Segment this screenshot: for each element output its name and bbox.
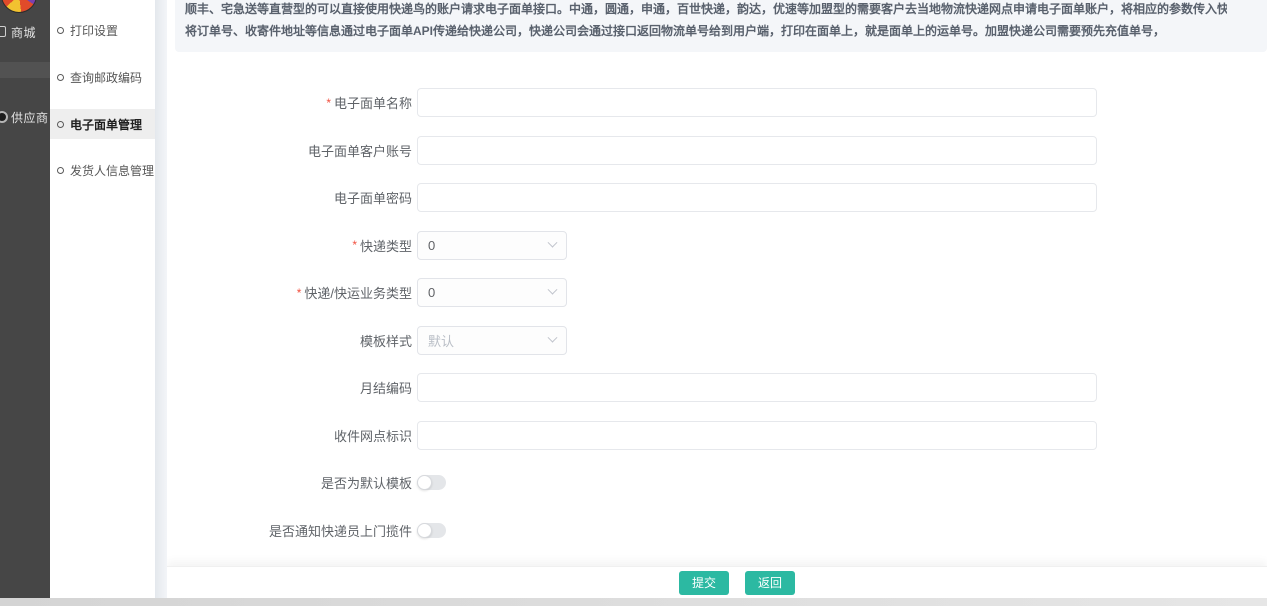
app-window: 商城 供应商 打印设置 查询邮政编码 电子面单管理 发货人信息管理 顺丰、宅急 [0, 0, 1267, 606]
description-line-1: 顺丰、宅急送等直营型的可以直接使用快递鸟的账户请求电子面单接口。中通，圆通，申通… [185, 0, 1227, 20]
ewaybill-form: * 电子面单名称 电子面单客户账号 电子面单密码 * [167, 88, 1267, 563]
select-value: 0 [428, 285, 435, 300]
business-type-select[interactable]: 0 [417, 278, 567, 307]
monthly-code-input[interactable] [417, 373, 1097, 402]
form-row-template-style: 模板样式 默认 [167, 326, 1267, 355]
template-style-select[interactable]: 默认 [417, 326, 567, 355]
back-button[interactable]: 返回 [745, 571, 795, 595]
main-content: 顺丰、宅急送等直营型的可以直接使用快递鸟的账户请求电子面单接口。中通，圆通，申通… [167, 0, 1267, 598]
submenu-item-print-settings[interactable]: 打印设置 [50, 15, 155, 45]
field-label: 电子面单客户账号 [167, 141, 412, 160]
chevron-down-icon [548, 237, 558, 247]
customer-account-input[interactable] [417, 136, 1097, 165]
circle-icon [57, 121, 64, 128]
field-label: 模板样式 [167, 331, 412, 350]
description-box: 顺丰、宅急送等直营型的可以直接使用快递鸟的账户请求电子面单接口。中通，圆通，申通… [175, 0, 1267, 52]
window-bottom-edge [0, 598, 1267, 606]
form-row-default-template: 是否为默认模板 [167, 468, 1267, 497]
sidebar-item-supplier[interactable]: 供应商 [0, 107, 50, 127]
form-row-notify-courier: 是否通知快递员上门揽件 [167, 516, 1267, 545]
sidebar-divider [0, 62, 50, 78]
form-row-waybill-name: * 电子面单名称 [167, 88, 1267, 117]
submenu-item-sender-info[interactable]: 发货人信息管理 [50, 155, 155, 185]
chevron-down-icon [548, 285, 558, 295]
express-type-select[interactable]: 0 [417, 231, 567, 260]
notify-courier-switch[interactable] [417, 523, 446, 538]
submenu-item-postcode-query[interactable]: 查询邮政编码 [50, 62, 155, 92]
submenu-item-ewaybill-management[interactable]: 电子面单管理 [50, 109, 155, 139]
supplier-icon [0, 111, 8, 123]
circle-icon [57, 167, 64, 174]
field-label: * 快递/快运业务类型 [167, 283, 412, 302]
form-row-waybill-password: 电子面单密码 [167, 183, 1267, 212]
submenu-item-label: 打印设置 [70, 22, 118, 39]
form-footer: 提交 返回 [167, 566, 1267, 598]
form-row-monthly-code: 月结编码 [167, 373, 1267, 402]
form-row-business-type: * 快递/快运业务类型 0 [167, 278, 1267, 307]
form-row-express-type: * 快递类型 0 [167, 231, 1267, 260]
circle-icon [57, 74, 64, 81]
app-logo[interactable] [1, 0, 37, 13]
submit-button[interactable]: 提交 [679, 571, 729, 595]
sidebar-item-label: 商城 [11, 24, 36, 41]
field-label: * 电子面单名称 [167, 93, 412, 112]
receive-site-input[interactable] [417, 421, 1097, 450]
required-asterisk: * [352, 238, 357, 252]
waybill-password-input[interactable] [417, 183, 1097, 212]
select-value: 0 [428, 238, 435, 253]
field-label: 月结编码 [167, 378, 412, 397]
circle-icon [57, 27, 64, 34]
form-row-customer-account: 电子面单客户账号 [167, 136, 1267, 165]
field-label: * 快递类型 [167, 236, 412, 255]
electronic-waybill-name-input[interactable] [417, 88, 1097, 117]
store-icon [0, 26, 6, 37]
submenu-item-label: 发货人信息管理 [70, 162, 154, 179]
chevron-down-icon [548, 332, 558, 342]
sidebar-item-mall[interactable]: 商城 [0, 22, 50, 42]
field-label: 电子面单密码 [167, 188, 412, 207]
main-sidebar: 商城 供应商 [0, 0, 50, 598]
menu-content-divider [155, 0, 167, 598]
field-label: 收件网点标识 [167, 426, 412, 445]
description-line-2: 将订单号、收寄件地址等信息通过电子面单API传递给快递公司，快递公司会通过接口返… [185, 20, 1227, 42]
required-asterisk: * [297, 286, 302, 300]
submenu-item-label: 查询邮政编码 [70, 69, 142, 86]
field-label: 是否通知快递员上门揽件 [167, 521, 412, 540]
submenu-item-label: 电子面单管理 [70, 116, 142, 133]
sidebar-item-label: 供应商 [11, 109, 49, 126]
field-label: 是否为默认模板 [167, 473, 412, 492]
switch-knob [417, 523, 432, 538]
default-template-switch[interactable] [417, 475, 446, 490]
form-row-receive-site: 收件网点标识 [167, 421, 1267, 450]
required-asterisk: * [326, 96, 331, 110]
switch-knob [417, 475, 432, 490]
secondary-menu: 打印设置 查询邮政编码 电子面单管理 发货人信息管理 [50, 0, 155, 598]
select-value: 默认 [428, 331, 454, 350]
